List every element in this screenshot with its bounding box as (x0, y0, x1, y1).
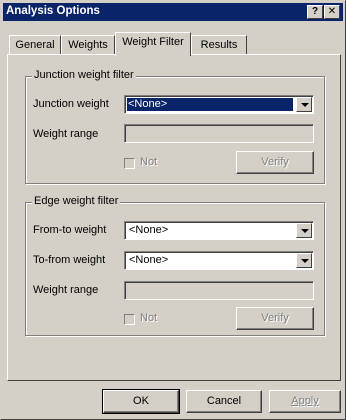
tab-results-label: Results (200, 39, 238, 51)
cancel-label: Cancel (206, 395, 242, 407)
junction-not-label: Not (140, 156, 158, 168)
edge-range-input[interactable] (124, 281, 314, 300)
window-title: Analysis Options (6, 5, 100, 17)
tab-weight-filter[interactable]: Weight Filter (115, 32, 191, 56)
junction-range-label: Weight range (33, 128, 99, 140)
close-x-icon: ✕ (327, 6, 337, 17)
edge-not-label: Not (140, 312, 158, 324)
tab-weights[interactable]: Weights (61, 35, 115, 55)
help-button[interactable]: ? (307, 5, 323, 19)
edge-verify-button[interactable]: Verify (236, 307, 314, 330)
edge-not-checkbox[interactable] (124, 314, 135, 325)
title-bar[interactable]: Analysis Options ? ✕ (3, 3, 343, 21)
from-to-weight-value: <None> (129, 224, 169, 236)
ok-button[interactable]: OK (102, 389, 180, 414)
apply-label: Apply (291, 395, 319, 407)
tab-weight-filter-label: Weight Filter (122, 36, 184, 48)
edge-range-label: Weight range (33, 284, 99, 296)
junction-filter-legend: Junction weight filter (32, 69, 136, 81)
junction-range-input[interactable] (124, 124, 314, 143)
analysis-options-dialog: Analysis Options ? ✕ General Weights Wei… (0, 0, 346, 420)
question-mark-icon: ? (311, 6, 319, 17)
to-from-weight-value: <None> (129, 254, 169, 266)
apply-button[interactable]: Apply (269, 390, 341, 413)
weight-filter-panel: Junction weight filter Junction weight <… (7, 54, 341, 381)
ok-label: OK (133, 395, 149, 407)
to-from-weight-select[interactable]: <None> (124, 251, 314, 270)
junction-verify-label: Verify (261, 156, 289, 168)
junction-not-checkbox[interactable] (124, 158, 135, 169)
tab-weights-label: Weights (68, 39, 108, 51)
to-from-weight-label: To-from weight (33, 254, 106, 266)
chevron-down-icon[interactable] (296, 97, 312, 112)
chevron-down-icon[interactable] (296, 223, 312, 238)
edge-verify-label: Verify (261, 312, 289, 324)
close-button[interactable]: ✕ (324, 5, 340, 19)
junction-weight-value: <None> (127, 98, 293, 111)
junction-weight-filter-group: Junction weight filter Junction weight <… (25, 69, 325, 184)
from-to-weight-select[interactable]: <None> (124, 221, 314, 240)
edge-weight-filter-group: Edge weight filter From-to weight <None>… (25, 195, 325, 336)
junction-weight-label: Junction weight (33, 98, 109, 110)
tab-results[interactable]: Results (191, 35, 247, 55)
cancel-button[interactable]: Cancel (186, 390, 262, 413)
junction-weight-select[interactable]: <None> (124, 95, 314, 114)
tab-general[interactable]: General (9, 35, 61, 55)
from-to-weight-label: From-to weight (33, 224, 107, 236)
junction-verify-button[interactable]: Verify (236, 151, 314, 174)
edge-filter-legend: Edge weight filter (32, 195, 121, 207)
chevron-down-icon[interactable] (296, 253, 312, 268)
tab-general-label: General (15, 39, 55, 51)
